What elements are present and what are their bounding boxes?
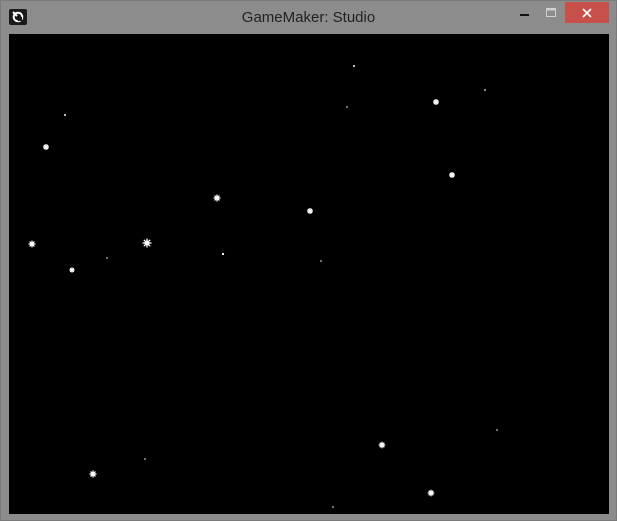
- game-window: GameMaker: Studio: [0, 0, 617, 521]
- star: [449, 172, 455, 178]
- star: [69, 267, 75, 273]
- close-icon: [582, 7, 592, 18]
- maximize-icon: [546, 7, 556, 17]
- close-button[interactable]: [565, 2, 609, 23]
- star: [43, 144, 49, 150]
- star: [142, 238, 152, 248]
- star: [346, 106, 348, 108]
- star: [221, 252, 225, 256]
- minimize-icon: [520, 13, 529, 16]
- star: [484, 89, 486, 91]
- starfield: [28, 65, 498, 508]
- star: [307, 208, 313, 214]
- title-bar[interactable]: GameMaker: Studio: [1, 1, 616, 34]
- star: [332, 506, 334, 508]
- star: [64, 114, 66, 116]
- star: [353, 65, 355, 67]
- star: [213, 194, 221, 202]
- star: [427, 489, 435, 497]
- star: [89, 470, 97, 478]
- maximize-button[interactable]: [538, 2, 564, 23]
- star: [28, 240, 36, 248]
- star: [320, 260, 322, 262]
- star: [106, 257, 108, 259]
- minimize-button[interactable]: [512, 2, 538, 23]
- game-canvas[interactable]: [9, 34, 609, 514]
- star: [144, 458, 146, 460]
- star: [496, 429, 498, 431]
- star: [433, 99, 439, 105]
- star: [378, 441, 386, 449]
